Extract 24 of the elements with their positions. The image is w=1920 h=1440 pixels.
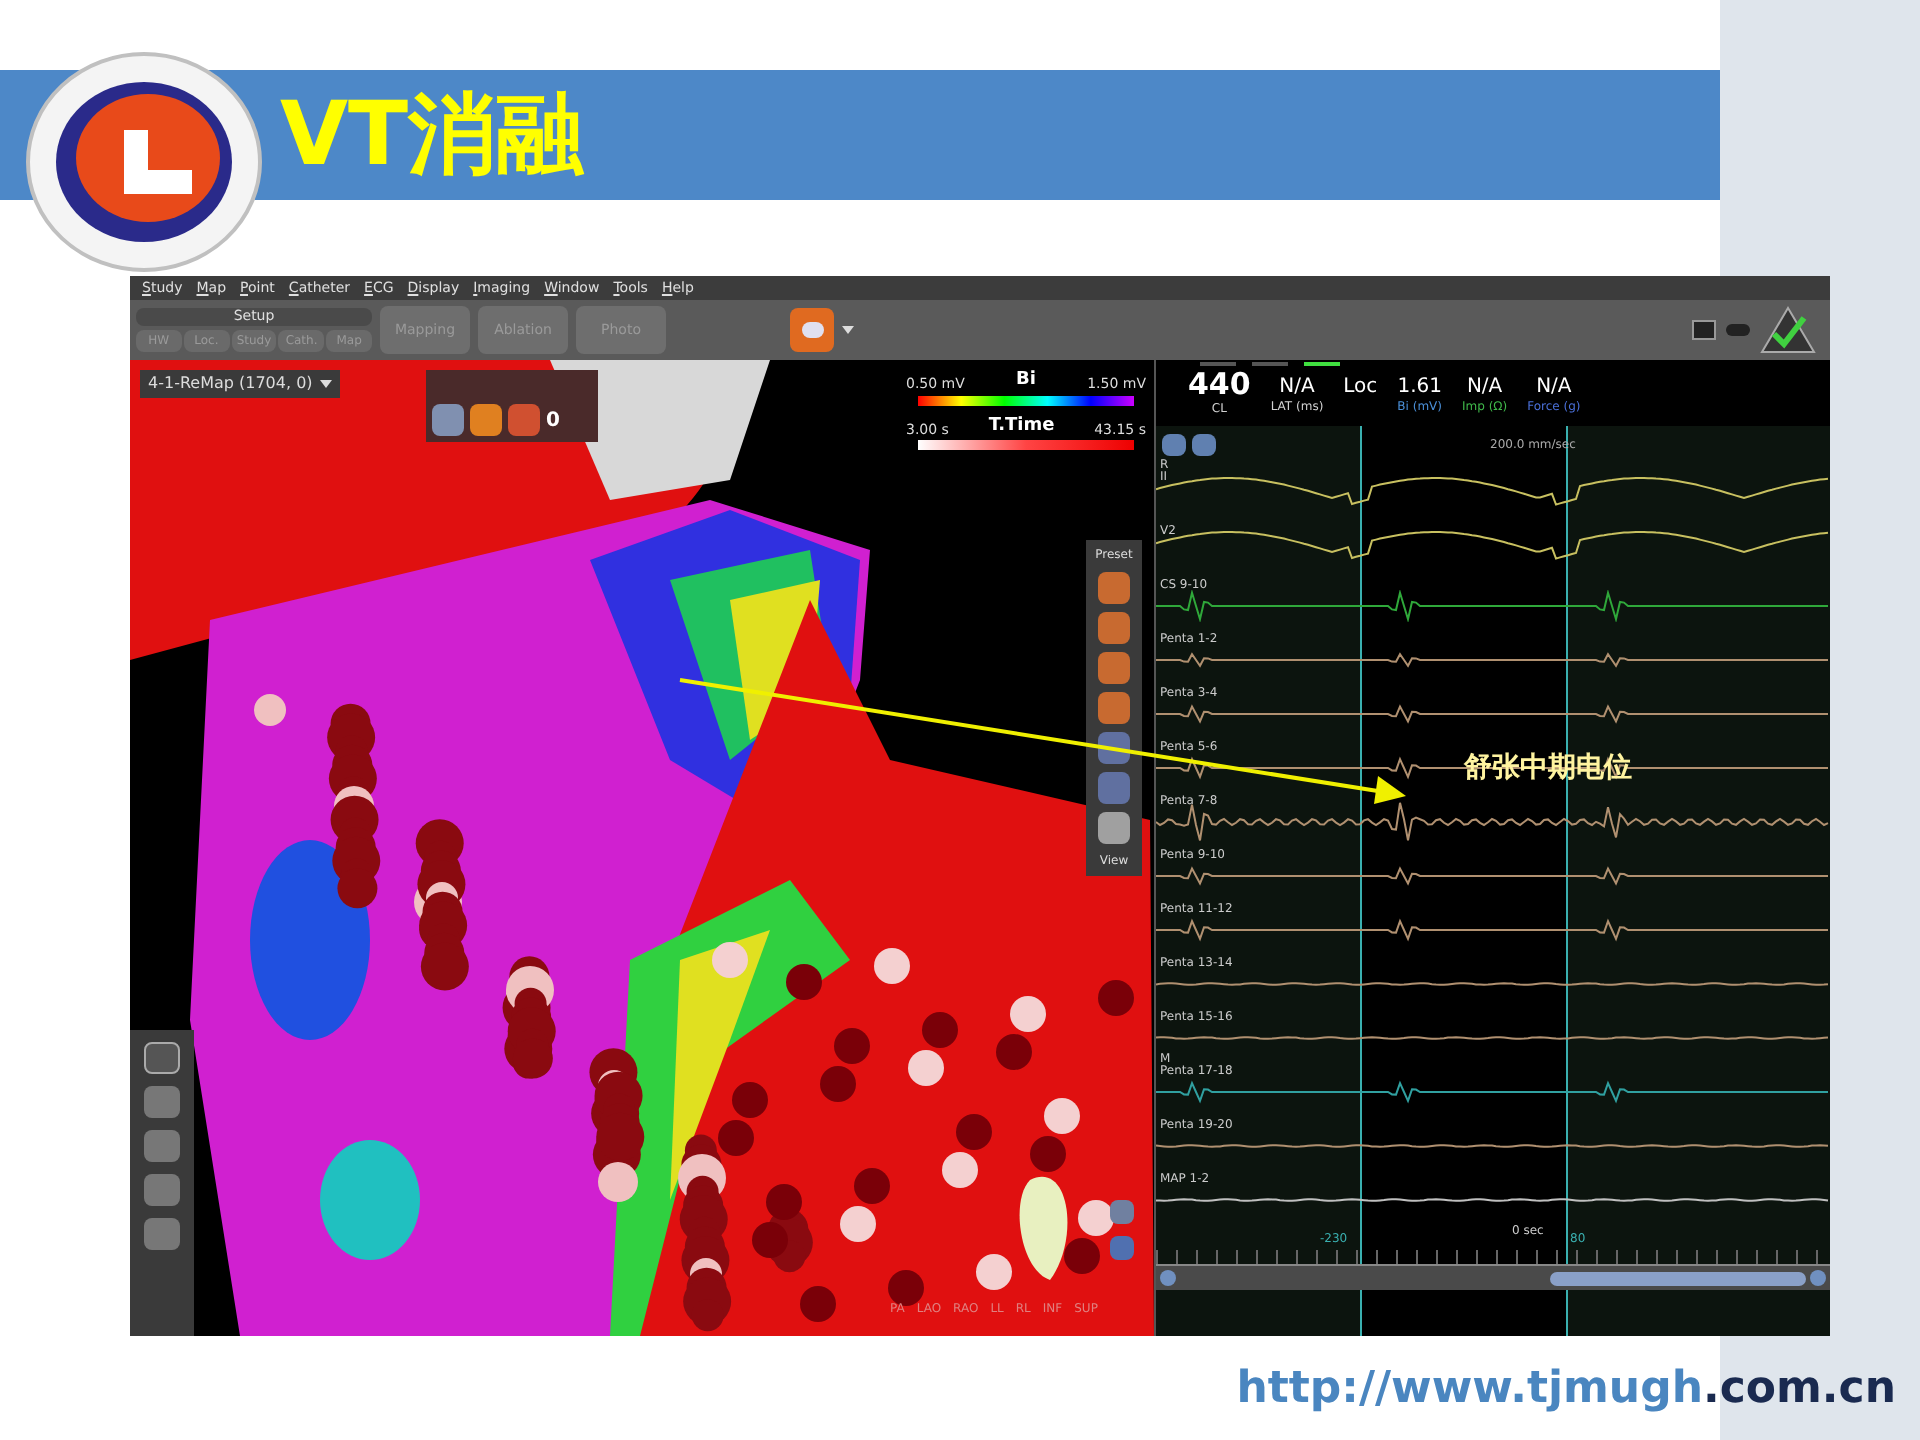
reading-value: Loc [1343, 378, 1378, 398]
reading-value: N/A [1279, 378, 1315, 398]
scroll-bar[interactable] [1156, 1266, 1830, 1290]
legend-label: T.Time [988, 413, 1055, 439]
monitor-icon[interactable] [1692, 320, 1716, 340]
caret-icon[interactable] [842, 326, 854, 334]
reading-value: 440 [1188, 370, 1251, 400]
caret-icon [320, 380, 333, 388]
reading-value: N/A [1536, 378, 1572, 398]
scroll-left-icon[interactable] [1160, 1270, 1176, 1286]
website-url[interactable]: http://www.tjmugh.com.cn [1236, 1356, 1896, 1422]
map-selector[interactable]: 4-1-ReMap (1704, 0) [140, 370, 341, 398]
reading-value: N/A [1466, 378, 1503, 398]
zoom-icon[interactable] [1192, 433, 1216, 455]
slide-title: VT消融 [280, 91, 585, 179]
camera-button[interactable] [790, 308, 834, 352]
scroll-thumb[interactable] [1550, 1271, 1806, 1285]
reading-value: 1.61 [1397, 378, 1442, 398]
widget-count: 0 [546, 408, 560, 436]
check-icon[interactable] [1760, 306, 1816, 354]
scroll-right-icon[interactable] [1810, 1270, 1826, 1286]
pause-icon[interactable] [144, 1042, 180, 1074]
zoom-icon[interactable] [1162, 433, 1186, 455]
legend-label: Bi [1016, 368, 1036, 394]
